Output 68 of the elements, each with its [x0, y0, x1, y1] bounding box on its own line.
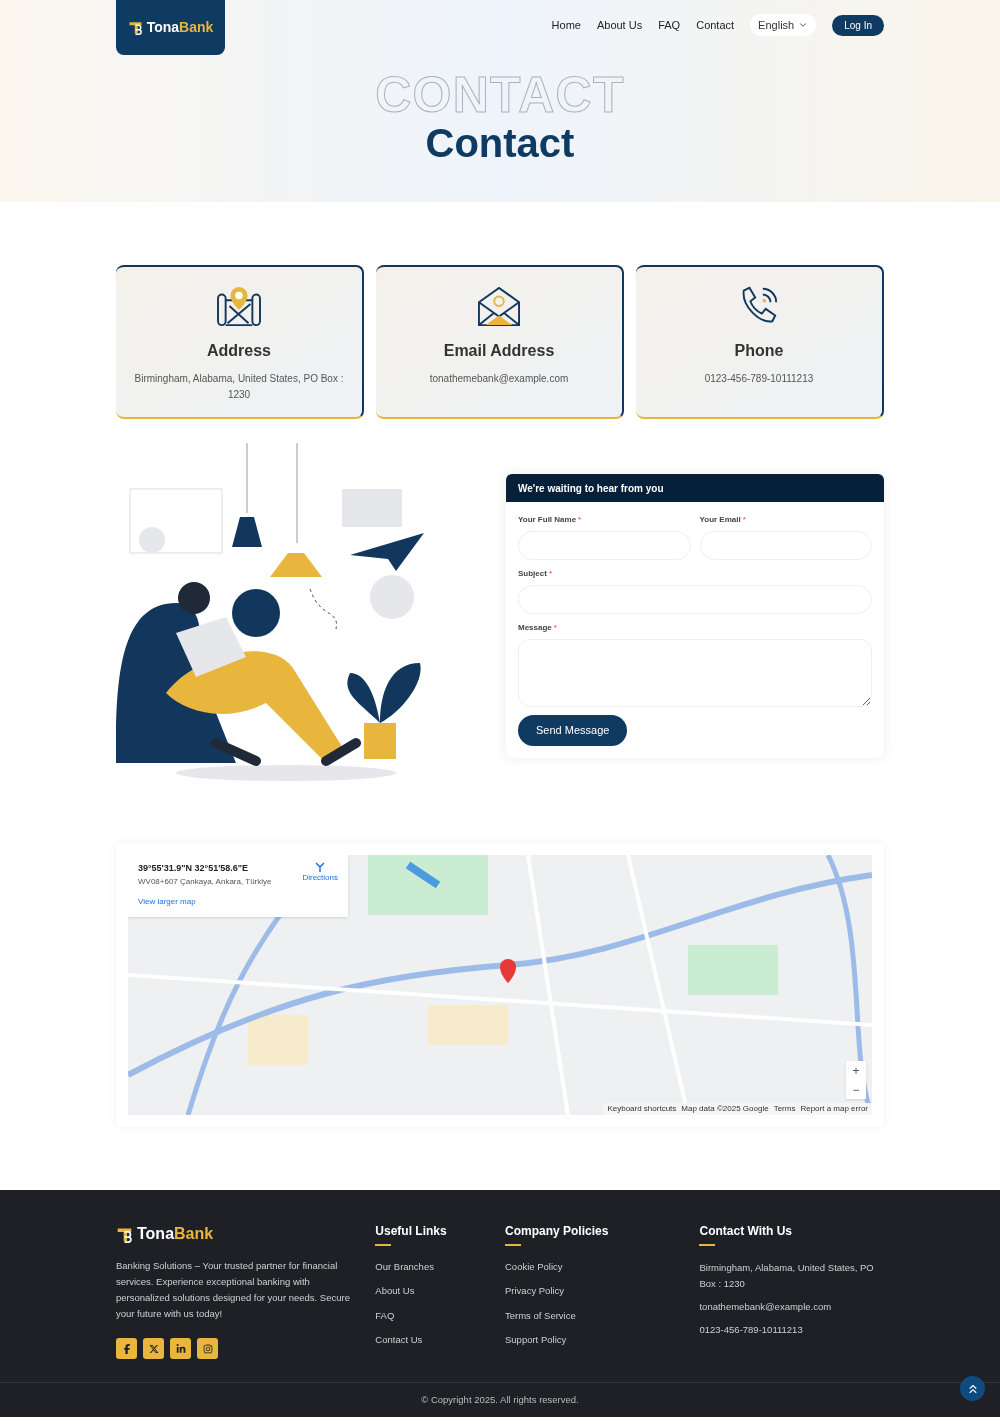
nav-link[interactable]: Home — [551, 16, 581, 34]
card-text: 0123-456-789-10111213 — [704, 372, 814, 386]
card-title: Phone — [734, 341, 784, 361]
nav-link[interactable]: Contact — [696, 16, 735, 34]
card-title: Address — [207, 341, 271, 361]
nav-link[interactable]: About Us — [596, 16, 643, 34]
zoom-out-button[interactable]: − — [852, 1080, 860, 1099]
nav-link[interactable]: FAQ — [658, 16, 681, 34]
outline-heading: CONTACT — [375, 69, 625, 121]
login-button[interactable]: Log In — [832, 14, 884, 36]
required-mark: * — [553, 622, 557, 634]
page-title: Contact — [425, 121, 575, 165]
field-label: Subject — [518, 568, 547, 580]
attribution-link[interactable]: Map data ©2025 Google — [681, 1103, 769, 1115]
field-label: Your Full Name — [518, 514, 577, 526]
copyright-text: © Copyright 2025. All rights reserved. — [421, 1392, 579, 1407]
send-message-button[interactable]: Send Message — [518, 715, 628, 746]
instagram-icon — [202, 1343, 213, 1354]
language-dropdown[interactable]: English — [750, 14, 817, 36]
required-mark: * — [742, 514, 746, 526]
zoom-in-button[interactable]: + — [852, 1061, 860, 1080]
logo-tile[interactable]: TonaBank — [116, 0, 225, 55]
x-icon — [148, 1343, 159, 1354]
social-button[interactable] — [197, 1338, 218, 1359]
field-label: Your Email — [699, 514, 741, 526]
directions-icon — [315, 862, 326, 872]
footer-logo-text: TonaBank — [137, 1224, 214, 1244]
larger-map-link[interactable]: View larger map — [138, 895, 196, 908]
place-address: WV08+607 Çankaya, Ankara, Türkiye — [138, 875, 272, 888]
footer-link[interactable]: Our Branches — [375, 1260, 505, 1275]
linkedin-icon — [175, 1343, 186, 1354]
card-title: Email Address — [443, 341, 555, 361]
coordinates: 39°55'31.9"N 32°51'58.6"E — [138, 862, 250, 875]
card-text: Birmingham, Alabama, United States, PO Box : 1230 — [133, 372, 345, 402]
footer-link[interactable]: Cookie Policy — [505, 1260, 700, 1275]
footer-link[interactable]: About Us — [375, 1284, 505, 1299]
facebook-icon — [121, 1343, 132, 1354]
footer-contact-text: 0123-456-789-10111213 — [699, 1323, 804, 1337]
social-button[interactable] — [143, 1338, 164, 1359]
footer-heading: Useful Links — [375, 1223, 448, 1240]
footer-contact-text: Birmingham, Alabama, United States, PO Box : 1230 — [699, 1261, 875, 1291]
attribution-link[interactable]: Terms — [773, 1103, 796, 1115]
footer-contact-text: tonathemebank@example.com — [699, 1300, 833, 1314]
social-button[interactable] — [170, 1338, 191, 1359]
footer-link[interactable]: FAQ — [375, 1308, 505, 1323]
attribution-link[interactable]: Report a map error — [800, 1103, 868, 1115]
scroll-to-top-button[interactable] — [960, 1376, 985, 1401]
attribution-link[interactable]: Keyboard shortcuts — [607, 1103, 677, 1115]
logo-text: TonaBank — [146, 18, 214, 37]
footer-heading: Company Policies — [505, 1223, 610, 1240]
field-label: Message — [518, 622, 552, 634]
footer-link[interactable]: Support Policy — [505, 1332, 700, 1347]
footer-link[interactable]: Contact Us — [375, 1332, 505, 1347]
chevron-down-icon — [798, 20, 809, 30]
envelope-icon — [476, 285, 522, 327]
map-pin-icon — [216, 285, 262, 327]
social-button[interactable] — [116, 1338, 137, 1359]
footer-heading: Contact With Us — [699, 1223, 794, 1240]
footer-link[interactable]: Terms of Service — [505, 1308, 700, 1323]
message-field[interactable] — [518, 639, 872, 707]
form-title: We're waiting to hear from you — [518, 481, 664, 496]
directions-link[interactable]: Directions — [302, 862, 338, 888]
required-mark: * — [578, 514, 582, 526]
footer-link[interactable]: Privacy Policy — [505, 1284, 700, 1299]
logo-icon — [127, 20, 143, 35]
card-text: tonathemebank@example.com — [429, 372, 569, 386]
required-mark: * — [548, 568, 553, 580]
footer-about-text: Banking Solutions – Your trusted partner for financial services. Experience exceptional banking with personalized solutions designed for your needs. Secure your future with us today! — [116, 1259, 351, 1321]
